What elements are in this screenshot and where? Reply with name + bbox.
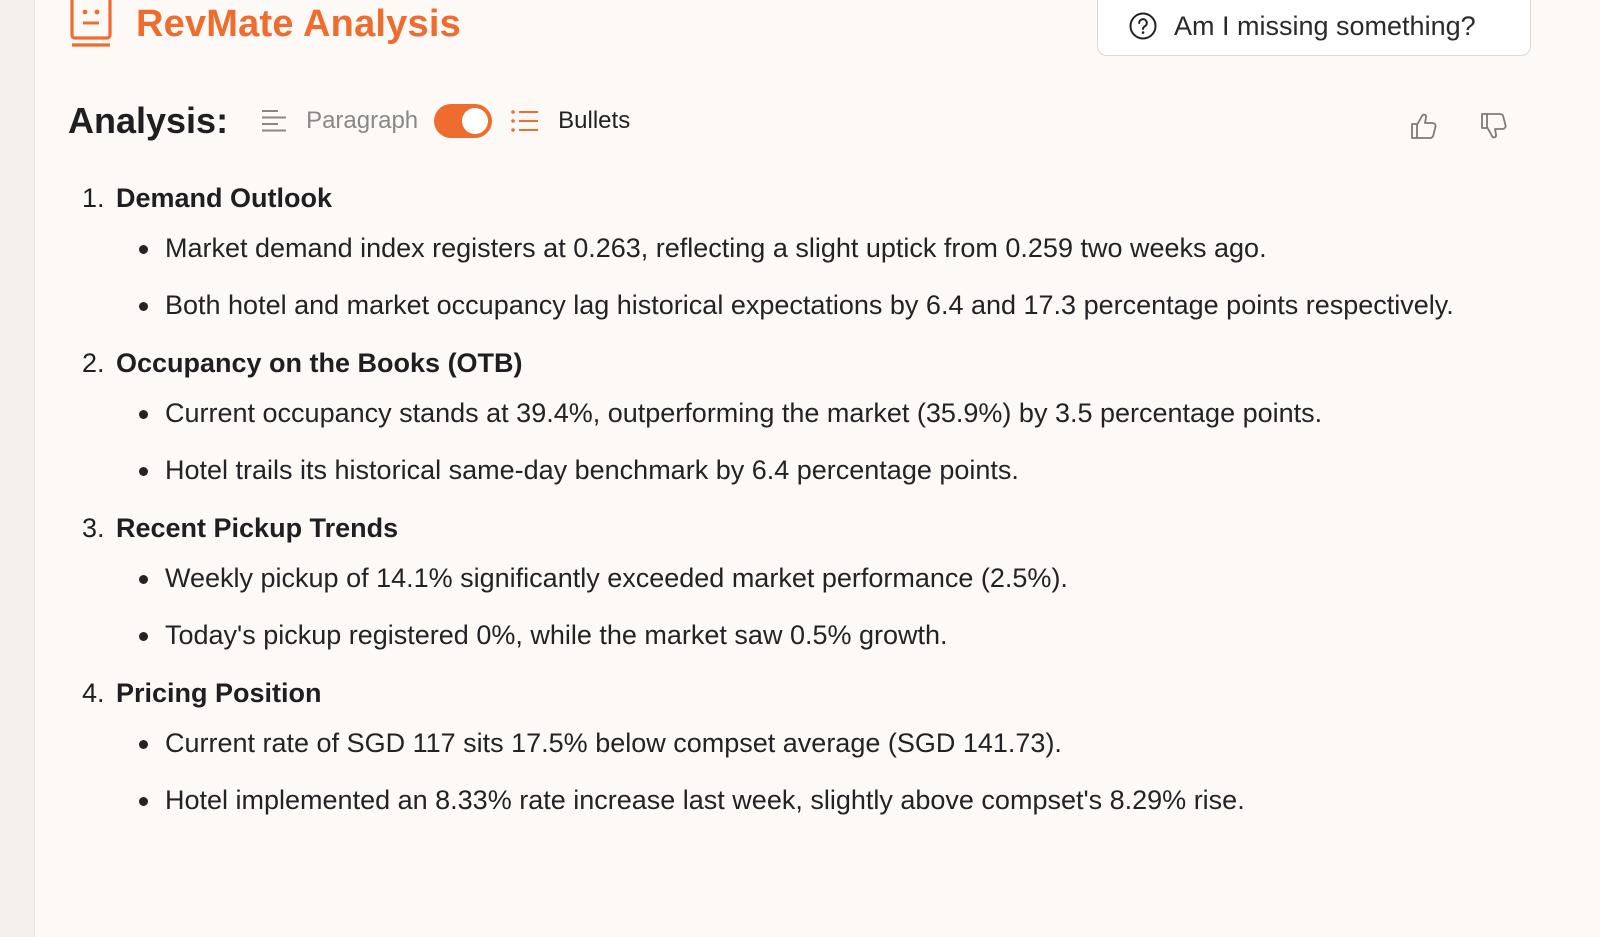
bullet-list: Weekly pickup of 14.1% significantly exc… — [82, 558, 1522, 655]
view-mode-toggle[interactable] — [434, 104, 493, 138]
section-number: 2. — [82, 348, 105, 378]
missing-something-label: Am I missing something? — [1174, 10, 1476, 41]
bullet-item: Both hotel and market occupancy lag hist… — [82, 285, 1522, 325]
analysis-section: 3. Recent Pickup Trends Weekly pickup of… — [82, 508, 1522, 655]
thumbs-up-icon — [1411, 113, 1437, 139]
section-number: 3. — [82, 513, 105, 543]
bullet-list: Market demand index registers at 0.263, … — [82, 228, 1522, 325]
section-heading: 1. Demand Outlook — [82, 178, 1522, 218]
thumbs-down-button[interactable] — [1476, 108, 1512, 144]
bullet-item: Market demand index registers at 0.263, … — [82, 228, 1522, 268]
section-title: Recent Pickup Trends — [116, 513, 399, 543]
section-heading: 3. Recent Pickup Trends — [82, 508, 1522, 548]
paragraph-mode-label: Paragraph — [306, 107, 419, 134]
brand: RevMate Analysis — [70, 0, 461, 48]
analysis-heading: Analysis: — [68, 100, 229, 141]
list-bullets-icon — [511, 110, 539, 132]
paragraph-mode-option[interactable]: Paragraph — [260, 107, 418, 135]
section-heading: 2. Occupancy on the Books (OTB) — [82, 343, 1522, 383]
section-number: 1. — [82, 183, 105, 213]
bullet-item: Weekly pickup of 14.1% significantly exc… — [82, 558, 1522, 598]
bullet-list: Current occupancy stands at 39.4%, outpe… — [82, 393, 1522, 490]
section-title: Occupancy on the Books (OTB) — [116, 348, 523, 378]
thumbs-up-button[interactable] — [1406, 108, 1442, 144]
align-left-icon — [262, 110, 287, 132]
bullet-item: Today's pickup registered 0%, while the … — [82, 615, 1522, 655]
analysis-section: 2. Occupancy on the Books (OTB) Current … — [82, 343, 1522, 490]
bullets-mode-label: Bullets — [558, 107, 631, 134]
robot-face-icon — [70, 0, 112, 47]
bullet-item: Current occupancy stands at 39.4%, outpe… — [82, 393, 1522, 433]
section-number: 4. — [82, 678, 105, 708]
analysis-section: 4. Pricing Position Current rate of SGD … — [82, 673, 1522, 820]
missing-something-button[interactable]: Am I missing something? — [1097, 0, 1531, 56]
bullet-item: Hotel implemented an 8.33% rate increase… — [82, 780, 1522, 820]
section-title: Pricing Position — [116, 678, 322, 708]
analysis-section: 1. Demand Outlook Market demand index re… — [82, 178, 1522, 325]
thumbs-down-icon — [1481, 113, 1507, 139]
bullets-mode-option[interactable]: Bullets — [510, 107, 630, 135]
bullet-list: Current rate of SGD 117 sits 17.5% below… — [82, 723, 1522, 820]
section-title: Demand Outlook — [116, 183, 333, 213]
section-heading: 4. Pricing Position — [82, 673, 1522, 713]
bullet-item: Hotel trails its historical same-day ben… — [82, 450, 1522, 490]
analysis-toolbar: Analysis: Paragraph Bullets — [68, 100, 630, 142]
analysis-list: 1. Demand Outlook Market demand index re… — [82, 178, 1522, 838]
toggle-knob — [462, 108, 489, 134]
bullet-item: Current rate of SGD 117 sits 17.5% below… — [82, 723, 1522, 763]
app-title: RevMate Analysis — [136, 3, 461, 45]
question-circle-icon — [1129, 12, 1157, 40]
